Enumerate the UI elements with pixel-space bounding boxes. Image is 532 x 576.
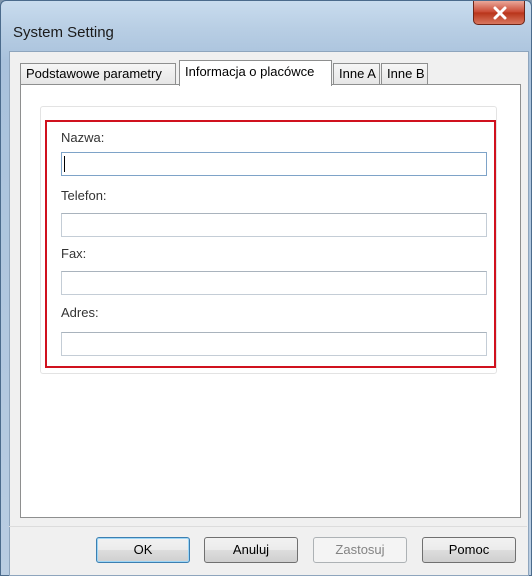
name-input[interactable] bbox=[61, 152, 487, 176]
address-input[interactable] bbox=[61, 332, 487, 356]
text-caret bbox=[64, 156, 65, 172]
ok-button[interactable]: OK bbox=[96, 537, 190, 563]
tab-informacja-o-placowce[interactable]: Informacja o placówce bbox=[179, 60, 332, 86]
close-button[interactable] bbox=[473, 1, 525, 25]
window-title: System Setting bbox=[13, 24, 114, 41]
cancel-button[interactable]: Anuluj bbox=[204, 537, 298, 563]
close-icon bbox=[493, 6, 507, 20]
name-label: Nazwa: bbox=[61, 130, 105, 145]
fax-input[interactable] bbox=[61, 271, 487, 295]
address-label: Adres: bbox=[61, 305, 99, 320]
fax-label: Fax: bbox=[61, 246, 87, 261]
help-button[interactable]: Pomoc bbox=[422, 537, 516, 563]
apply-button[interactable]: Zastosuj bbox=[313, 537, 407, 563]
phone-input[interactable] bbox=[61, 213, 487, 237]
tab-inne-a[interactable]: Inne A bbox=[333, 63, 380, 84]
phone-label: Telefon: bbox=[61, 188, 107, 203]
title-bar[interactable]: System Setting bbox=[1, 1, 531, 41]
tab-podstawowe-parametry[interactable]: Podstawowe parametry bbox=[20, 63, 176, 84]
tab-inne-b[interactable]: Inne B bbox=[381, 63, 428, 84]
button-bar-divider bbox=[9, 526, 527, 527]
